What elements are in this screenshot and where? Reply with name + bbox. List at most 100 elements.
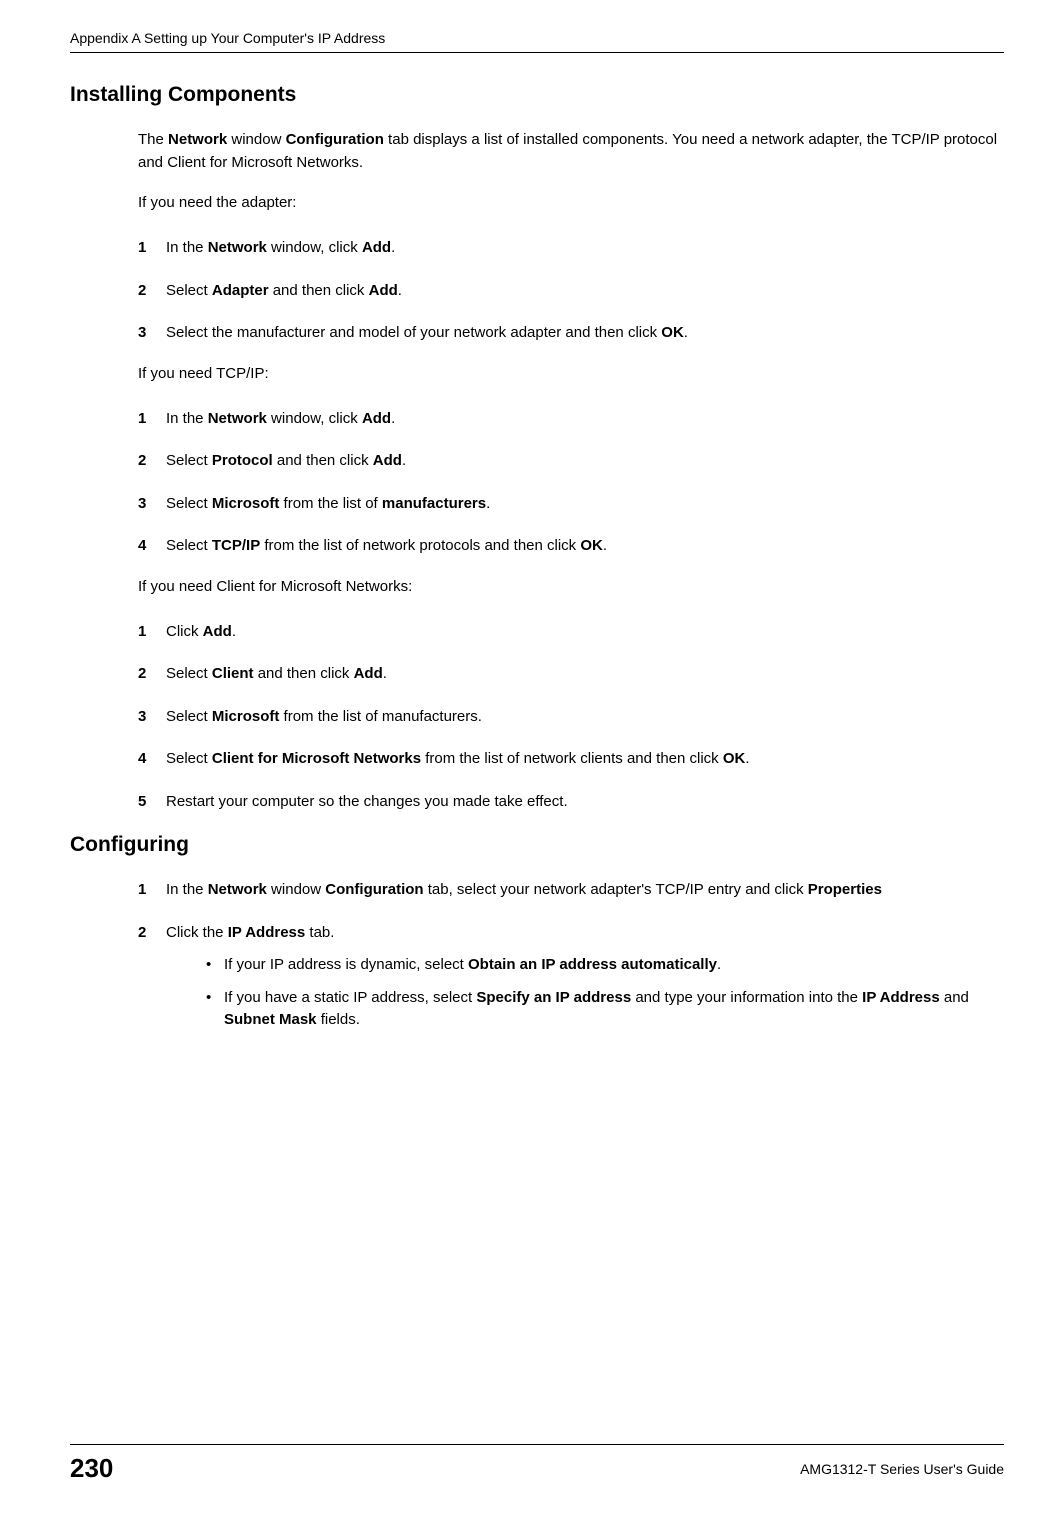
step: 3 Select the manufacturer and model of y…	[138, 322, 1004, 345]
text-bold: Network	[168, 131, 227, 148]
intro-paragraph: The Network window Configuration tab dis…	[138, 129, 1004, 174]
text-bold: Network	[208, 881, 267, 898]
text-bold: Add	[362, 410, 391, 427]
text-bold: IP Address	[862, 989, 940, 1006]
text: tab.	[305, 924, 334, 941]
step: 1 Click Add.	[138, 621, 1004, 644]
step-number: 2	[138, 450, 166, 473]
text-bold: OK	[723, 750, 746, 767]
bullet-item: • If you have a static IP address, selec…	[206, 987, 1004, 1032]
text: .	[383, 665, 387, 682]
text: window	[267, 881, 325, 898]
section-title-configuring: Configuring	[70, 833, 1004, 857]
text-bold: Properties	[808, 881, 882, 898]
step: 3 Select Microsoft from the list of manu…	[138, 706, 1004, 729]
text: tab, select your network adapter's TCP/I…	[424, 881, 808, 898]
step-number: 3	[138, 322, 166, 345]
step-number: 2	[138, 922, 166, 1042]
text: from the list of network clients and the…	[421, 750, 723, 767]
step-number: 1	[138, 408, 166, 431]
text: .	[745, 750, 749, 767]
text-bold: Client	[212, 665, 254, 682]
text: and type your information into the	[631, 989, 862, 1006]
text-bold: Network	[208, 410, 267, 427]
step-number: 5	[138, 791, 166, 814]
text: In the	[166, 881, 208, 898]
text: In the	[166, 239, 208, 256]
text: .	[717, 956, 721, 973]
text: Select	[166, 537, 212, 554]
text-bold: Protocol	[212, 452, 273, 469]
if-need-adapter: If you need the adapter:	[138, 194, 1004, 211]
text: Select	[166, 282, 212, 299]
text: If your IP address is dynamic, select	[224, 956, 468, 973]
steps-adapter: 1 In the Network window, click Add. 2 Se…	[138, 237, 1004, 345]
text: If you have a static IP address, select	[224, 989, 476, 1006]
text: window, click	[267, 410, 362, 427]
text-bold: TCP/IP	[212, 537, 260, 554]
text-bold: Add	[362, 239, 391, 256]
text: fields.	[317, 1011, 360, 1028]
text-bold: Microsoft	[212, 495, 280, 512]
page-header: Appendix A Setting up Your Computer's IP…	[70, 30, 1004, 53]
step-number: 3	[138, 493, 166, 516]
step: 1 In the Network window, click Add.	[138, 408, 1004, 431]
steps-configuring: 1 In the Network window Configuration ta…	[138, 879, 1004, 1042]
bullet-text: If you have a static IP address, select …	[224, 987, 1004, 1032]
text: .	[232, 623, 236, 640]
step: 1 In the Network window, click Add.	[138, 237, 1004, 260]
text-bold: Network	[208, 239, 267, 256]
text-bold: Subnet Mask	[224, 1011, 317, 1028]
bullet-text: If your IP address is dynamic, select Ob…	[224, 954, 1004, 977]
step: 1 In the Network window Configuration ta…	[138, 879, 1004, 902]
step-text: Restart your computer so the changes you…	[166, 791, 1004, 814]
if-need-tcpip: If you need TCP/IP:	[138, 365, 1004, 382]
step-text: In the Network window Configuration tab,…	[166, 879, 1004, 902]
text: from the list of network protocols and t…	[260, 537, 580, 554]
step-text: Select TCP/IP from the list of network p…	[166, 535, 1004, 558]
text-bold: manufacturers	[382, 495, 486, 512]
text: Select	[166, 708, 212, 725]
step-number: 1	[138, 879, 166, 902]
step-text: In the Network window, click Add.	[166, 237, 1004, 260]
step-text: Click Add.	[166, 621, 1004, 644]
text: Select	[166, 452, 212, 469]
text: In the	[166, 410, 208, 427]
text: .	[398, 282, 402, 299]
text: Select	[166, 750, 212, 767]
text: window	[227, 131, 285, 148]
step: 2 Select Adapter and then click Add.	[138, 280, 1004, 303]
page-number: 230	[70, 1453, 113, 1484]
text: and	[940, 989, 969, 1006]
text-bold: OK	[661, 324, 684, 341]
text: from the list of manufacturers.	[279, 708, 482, 725]
section-title-installing: Installing Components	[70, 83, 1004, 107]
step: 4 Select Client for Microsoft Networks f…	[138, 748, 1004, 771]
step-number: 3	[138, 706, 166, 729]
text-bold: Add	[203, 623, 232, 640]
bullet-list: • If your IP address is dynamic, select …	[206, 954, 1004, 1032]
step: 2 Click the IP Address tab. • If your IP…	[138, 922, 1004, 1042]
step-text: Select Microsoft from the list of manufa…	[166, 493, 1004, 516]
text: window, click	[267, 239, 362, 256]
text: The	[138, 131, 168, 148]
step-text: Select Adapter and then click Add.	[166, 280, 1004, 303]
text-bold: Client for Microsoft Networks	[212, 750, 421, 767]
text: and then click	[273, 452, 373, 469]
text: Select the manufacturer and model of you…	[166, 324, 661, 341]
step-text: Select the manufacturer and model of you…	[166, 322, 1004, 345]
step-text: Select Client and then click Add.	[166, 663, 1004, 686]
step-number: 2	[138, 663, 166, 686]
text: .	[603, 537, 607, 554]
text: Click the	[166, 924, 228, 941]
text: .	[391, 239, 395, 256]
text-bold: Add	[354, 665, 383, 682]
text: and then click	[254, 665, 354, 682]
text-bold: OK	[580, 537, 603, 554]
text: Restart your computer so the changes you…	[166, 793, 568, 810]
steps-tcpip: 1 In the Network window, click Add. 2 Se…	[138, 408, 1004, 558]
text: and then click	[269, 282, 369, 299]
text-bold: Specify an IP address	[476, 989, 631, 1006]
text: .	[402, 452, 406, 469]
step-number: 1	[138, 237, 166, 260]
